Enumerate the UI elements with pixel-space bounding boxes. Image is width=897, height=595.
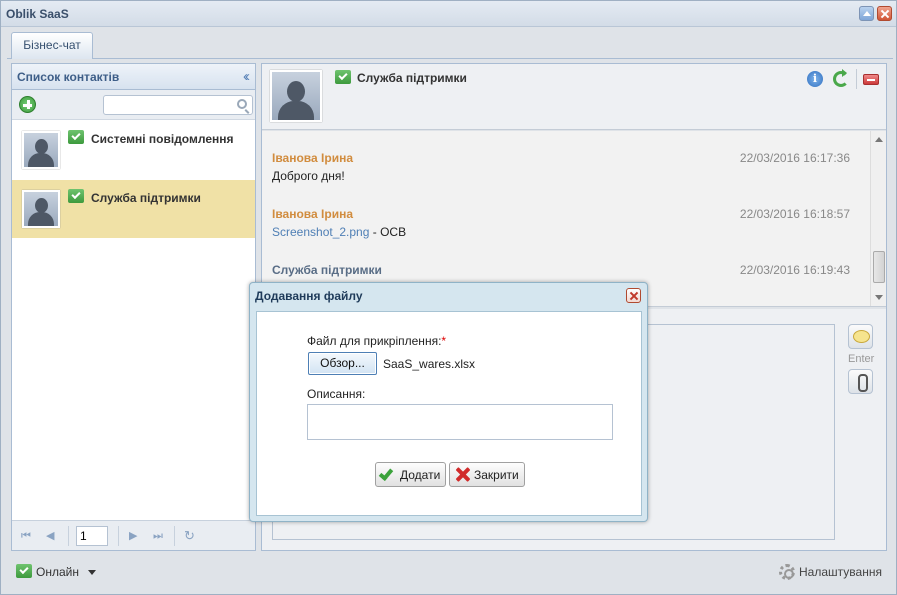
check-icon: [378, 465, 394, 482]
selected-file-name: SaaS_wares.xlsx: [383, 357, 476, 371]
message-time: 22/03/2016 16:18:57: [739, 207, 850, 221]
avatar: [270, 70, 322, 122]
scroll-down-icon[interactable]: [875, 295, 883, 300]
message-list: Іванова Ірина 22/03/2016 16:17:36 Доброг…: [262, 131, 886, 307]
enter-label: Enter: [848, 353, 875, 365]
message-time: 22/03/2016 16:19:43: [739, 263, 850, 277]
online-chat-icon: [335, 70, 351, 84]
tab-business-chat[interactable]: Бізнес-чат: [11, 32, 93, 59]
minimize-icon[interactable]: [859, 6, 874, 21]
contacts-toolbar: [12, 90, 255, 120]
dialog-body: Файл для прикріплення:* Обзор... SaaS_wa…: [256, 311, 642, 516]
add-file-dialog: Додавання файлу Файл для прикріплення:* …: [249, 282, 648, 522]
chevron-down-icon: [88, 570, 96, 575]
contact-name: Служба підтримки: [91, 191, 201, 205]
contacts-panel: Список контактів ‹‹ Системні повідомленн…: [11, 63, 256, 551]
avatar: [22, 131, 60, 169]
settings-label: Налаштування: [799, 565, 882, 579]
send-button[interactable]: [848, 324, 873, 349]
browse-button[interactable]: Обзор...: [308, 352, 377, 375]
contacts-panel-title: Список контактів: [17, 70, 120, 84]
contacts-pager: ⏮ ◀ ▶ ⏭ ↻: [12, 520, 255, 550]
contact-item-support[interactable]: Служба підтримки: [12, 180, 255, 238]
file-label: Файл для прикріплення:*: [307, 334, 447, 348]
message-author: Іванова Ірина: [272, 151, 353, 165]
scroll-thumb[interactable]: [873, 251, 885, 283]
message-scrollbar[interactable]: [870, 131, 886, 306]
required-mark: *: [441, 334, 447, 348]
online-chat-icon: [16, 564, 32, 578]
window-title: Oblik SaaS: [6, 7, 69, 21]
contact-name: Системні повідомлення: [91, 132, 234, 146]
close-button-label: Закрити: [474, 468, 519, 482]
message-time: 22/03/2016 16:17:36: [739, 151, 850, 165]
status-label: Онлайн: [36, 565, 79, 579]
message-author: Служба підтримки: [272, 263, 382, 277]
attach-file-button[interactable]: [848, 369, 873, 394]
info-icon[interactable]: i: [807, 71, 823, 87]
close-button[interactable]: Закрити: [449, 462, 525, 487]
message-author: Іванова Ірина: [272, 207, 353, 221]
close-icon: [454, 466, 471, 483]
search-icon[interactable]: [237, 99, 247, 109]
add-button[interactable]: Додати: [375, 462, 446, 487]
gear-icon: [779, 564, 795, 580]
chat-contact-name: Служба підтримки: [357, 71, 467, 85]
remove-icon[interactable]: [863, 74, 879, 85]
prev-page-icon[interactable]: ◀: [46, 530, 58, 542]
next-page-icon[interactable]: ▶: [129, 530, 141, 542]
description-field[interactable]: [307, 404, 613, 440]
contact-item-system-messages[interactable]: Системні повідомлення: [12, 121, 255, 179]
add-button-label: Додати: [400, 468, 441, 482]
chat-header: Служба підтримки i: [262, 64, 886, 130]
add-contact-icon[interactable]: [19, 96, 36, 113]
dialog-title: Додавання файлу: [255, 289, 363, 303]
scroll-up-icon[interactable]: [875, 137, 883, 142]
title-bar: Oblik SaaS: [1, 1, 896, 27]
online-chat-icon: [68, 130, 84, 144]
contact-search-input[interactable]: [103, 95, 253, 115]
last-page-icon[interactable]: ⏭: [153, 530, 165, 542]
description-label: Описання:: [307, 387, 366, 401]
collapse-icon[interactable]: ‹‹: [243, 68, 250, 85]
contacts-panel-header: Список контактів ‹‹: [12, 64, 255, 90]
message-text: Screenshot_2.png - ОСВ: [272, 225, 406, 239]
first-page-icon[interactable]: ⏮: [21, 530, 33, 542]
attachment-link[interactable]: Screenshot_2.png: [272, 225, 369, 239]
message-text: Доброго дня!: [272, 169, 345, 183]
close-window-icon[interactable]: [877, 6, 892, 21]
online-chat-icon: [68, 189, 84, 203]
refresh-icon[interactable]: [833, 69, 849, 87]
avatar: [22, 190, 60, 228]
close-icon[interactable]: [626, 288, 641, 303]
attachment-suffix: - ОСВ: [369, 225, 407, 239]
tab-strip: Бізнес-чат: [7, 29, 893, 59]
page-number-input[interactable]: [76, 526, 108, 546]
refresh-icon[interactable]: ↻: [184, 529, 196, 542]
